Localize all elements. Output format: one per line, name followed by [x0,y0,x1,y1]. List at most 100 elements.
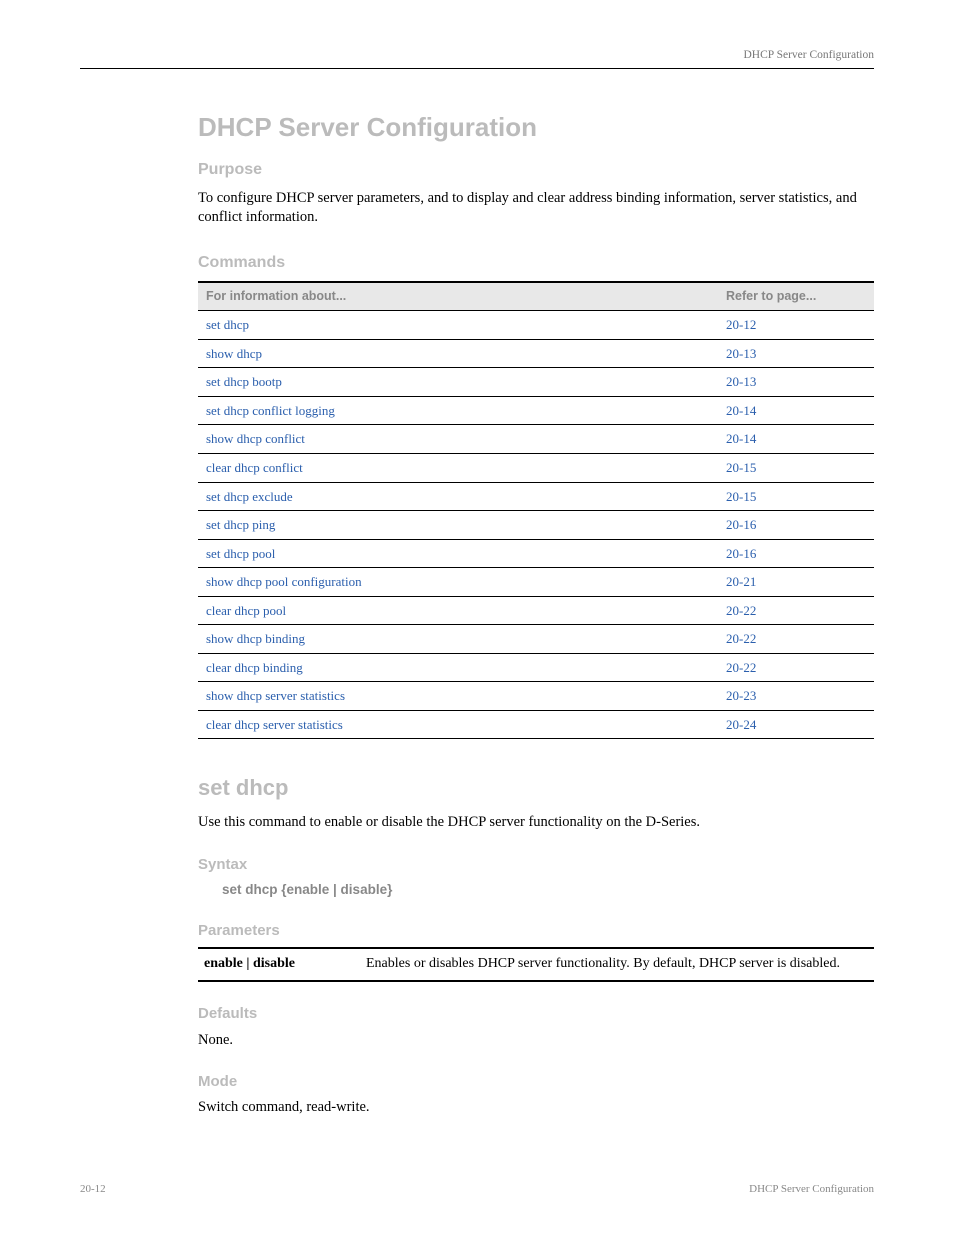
page-ref-link[interactable]: 20-14 [726,403,756,418]
table-row: set dhcp conflict logging 20-14 [198,396,874,425]
command-link[interactable]: show dhcp pool configuration [206,574,362,589]
command-link[interactable]: clear dhcp binding [206,660,303,675]
page-ref-link[interactable]: 20-15 [726,460,756,475]
command-link[interactable]: set dhcp ping [206,517,275,532]
command-name-cell: set dhcp bootp [198,368,718,397]
table-row: enable | disableEnables or disables DHCP… [198,948,874,981]
command-link[interactable]: set dhcp conflict logging [206,403,335,418]
command-name-cell: set dhcp ping [198,511,718,540]
parameters-table: enable | disableEnables or disables DHCP… [198,947,874,982]
command-name-cell: set dhcp conflict logging [198,396,718,425]
table-row: clear dhcp conflict 20-15 [198,454,874,483]
mode-heading: Mode [198,1072,874,1092]
command-name-cell: show dhcp [198,339,718,368]
command-link[interactable]: set dhcp bootp [206,374,282,389]
table-row: set dhcp pool 20-16 [198,539,874,568]
page-ref-cell: 20-16 [718,539,874,568]
defaults-text: None. [198,1031,874,1051]
purpose-text: To configure DHCP server parameters, and… [198,189,874,228]
command-name-cell: set dhcp pool [198,539,718,568]
command-name-cell: show dhcp pool configuration [198,568,718,597]
page-ref-link[interactable]: 20-16 [726,546,756,561]
command-link[interactable]: show dhcp conflict [206,431,305,446]
command-name-cell: set dhcp [198,311,718,340]
command-name-cell: show dhcp conflict [198,425,718,454]
page-ref-link[interactable]: 20-15 [726,489,756,504]
command-name-cell: set dhcp exclude [198,482,718,511]
table-row: set dhcp ping 20-16 [198,511,874,540]
command-link[interactable]: clear dhcp pool [206,603,286,618]
page-ref-link[interactable]: 20-22 [726,603,756,618]
page-ref-link[interactable]: 20-12 [726,317,756,332]
table-row: show dhcp 20-13 [198,339,874,368]
commands-table: For information about... Refer to page..… [198,281,874,739]
footer-page-number: 20-12 [80,1182,106,1197]
parameters-heading: Parameters [198,921,874,941]
command-name-cell: clear dhcp binding [198,653,718,682]
command-link[interactable]: set dhcp pool [206,546,275,561]
page-ref-cell: 20-14 [718,396,874,425]
mode-text: Switch command, read-write. [198,1098,874,1118]
page-ref-link[interactable]: 20-22 [726,660,756,675]
commands-heading: Commands [198,252,874,274]
command-link[interactable]: clear dhcp conflict [206,460,303,475]
command-name-cell: show dhcp server statistics [198,682,718,711]
page-ref-cell: 20-23 [718,682,874,711]
purpose-heading: Purpose [198,159,874,181]
page-ref-cell: 20-21 [718,568,874,597]
page-ref-cell: 20-15 [718,482,874,511]
page-ref-cell: 20-22 [718,596,874,625]
table-row: show dhcp binding 20-22 [198,625,874,654]
page-ref-cell: 20-12 [718,311,874,340]
defaults-heading: Defaults [198,1004,874,1024]
page-ref-link[interactable]: 20-16 [726,517,756,532]
command-link[interactable]: set dhcp [206,317,249,332]
table-row: show dhcp conflict 20-14 [198,425,874,454]
page-content: DHCP Server Configuration Purpose To con… [198,110,874,1118]
table-header-left: For information about... [198,282,718,310]
table-row: clear dhcp pool 20-22 [198,596,874,625]
command-section-heading: set dhcp [198,773,874,803]
param-name: enable | disable [198,948,360,981]
command-link[interactable]: show dhcp binding [206,631,305,646]
page-ref-link[interactable]: 20-22 [726,631,756,646]
command-name-cell: clear dhcp server statistics [198,710,718,739]
footer-section-title: DHCP Server Configuration [749,1182,874,1197]
param-desc: Enables or disables DHCP server function… [360,948,874,981]
table-row: show dhcp server statistics 20-23 [198,682,874,711]
command-link[interactable]: set dhcp exclude [206,489,293,504]
command-section-desc: Use this command to enable or disable th… [198,813,874,833]
header-rule [80,68,874,69]
page-ref-cell: 20-22 [718,653,874,682]
page-ref-cell: 20-22 [718,625,874,654]
page-ref-cell: 20-24 [718,710,874,739]
table-row: set dhcp 20-12 [198,311,874,340]
page-ref-cell: 20-13 [718,339,874,368]
command-link[interactable]: clear dhcp server statistics [206,717,343,732]
page-ref-cell: 20-16 [718,511,874,540]
page-ref-link[interactable]: 20-21 [726,574,756,589]
command-link[interactable]: show dhcp server statistics [206,688,345,703]
table-row: show dhcp pool configuration 20-21 [198,568,874,597]
table-row: set dhcp bootp 20-13 [198,368,874,397]
command-link[interactable]: show dhcp [206,346,262,361]
table-row: clear dhcp binding 20-22 [198,653,874,682]
page-ref-cell: 20-14 [718,425,874,454]
page-ref-link[interactable]: 20-24 [726,717,756,732]
page-ref-link[interactable]: 20-13 [726,346,756,361]
running-header: DHCP Server Configuration [743,48,874,64]
page-ref-cell: 20-15 [718,454,874,483]
table-row: set dhcp exclude 20-15 [198,482,874,511]
page-ref-cell: 20-13 [718,368,874,397]
command-name-cell: clear dhcp conflict [198,454,718,483]
table-header-right: Refer to page... [718,282,874,310]
command-name-cell: show dhcp binding [198,625,718,654]
page-ref-link[interactable]: 20-13 [726,374,756,389]
page-footer: 20-12 DHCP Server Configuration [80,1182,874,1197]
page-ref-link[interactable]: 20-14 [726,431,756,446]
syntax-text: set dhcp {enable | disable} [198,881,874,899]
command-name-cell: clear dhcp pool [198,596,718,625]
page-ref-link[interactable]: 20-23 [726,688,756,703]
page-title: DHCP Server Configuration [198,110,874,145]
table-row: clear dhcp server statistics 20-24 [198,710,874,739]
